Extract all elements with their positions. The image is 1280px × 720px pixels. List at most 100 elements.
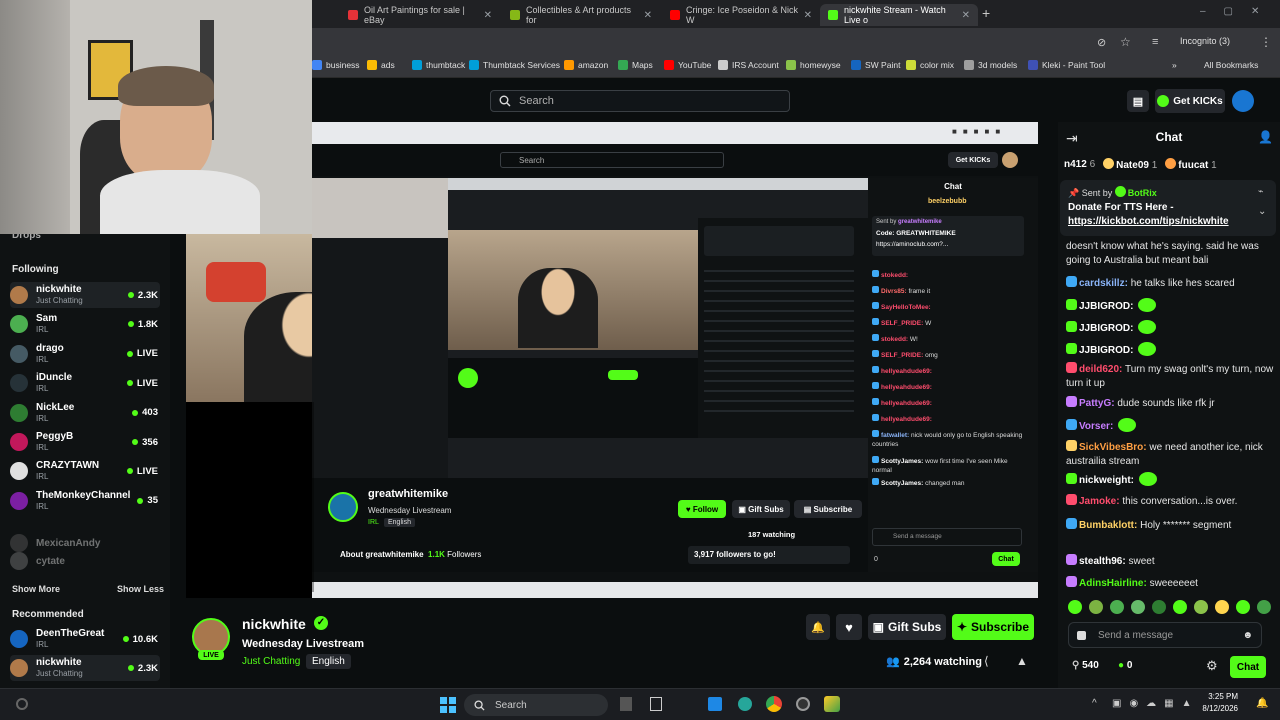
- emote-icon[interactable]: [1236, 600, 1250, 614]
- browser-tab[interactable]: Collectibles & Art products for ✕: [502, 4, 660, 26]
- chat-username[interactable]: AdinsHairline:: [1079, 578, 1147, 589]
- sidebar-channel-item[interactable]: TheMonkeyChannel IRL 35: [10, 488, 160, 514]
- emote-icon[interactable]: [1194, 600, 1208, 614]
- widgets-icon[interactable]: [16, 698, 28, 710]
- sidebar-channel-item[interactable]: PeggyB IRL 356: [10, 429, 160, 455]
- chat-username[interactable]: Vorser:: [1079, 421, 1113, 432]
- clock-date[interactable]: 8/12/2026: [1190, 704, 1238, 713]
- chat-send-button[interactable]: Chat: [1230, 656, 1266, 678]
- show-more-button[interactable]: Show More: [12, 584, 60, 594]
- file-icon[interactable]: [650, 697, 662, 711]
- windows-start-icon[interactable]: [440, 697, 456, 713]
- chevron-up-icon[interactable]: ^: [1092, 698, 1097, 709]
- app-icon[interactable]: [824, 696, 840, 712]
- media-icon[interactable]: ≡: [1152, 36, 1158, 48]
- video-player[interactable]: ■■■■■ Search Get KICKs Chat beelzebubb S…: [186, 122, 1038, 598]
- sidebar-channel-item[interactable]: Sam IRL 1.8K: [10, 311, 160, 337]
- heart-icon[interactable]: ♥: [836, 614, 862, 640]
- emote-icon[interactable]: [1215, 600, 1229, 614]
- user-avatar[interactable]: [1232, 90, 1254, 112]
- chrome-icon[interactable]: [766, 696, 782, 712]
- bookmark-item[interactable]: Maps: [618, 60, 653, 70]
- chat-username[interactable]: JJBIGROD:: [1079, 301, 1133, 312]
- kicks-balance[interactable]: ● 0: [1118, 660, 1132, 671]
- chat-username[interactable]: deild620:: [1079, 364, 1122, 375]
- sidebar-offline-item[interactable]: cytate: [10, 548, 160, 574]
- chat-username[interactable]: PattyG:: [1079, 398, 1115, 409]
- bookmark-item[interactable]: IRS Account: [718, 60, 779, 70]
- bookmark-item[interactable]: YouTube: [664, 60, 711, 70]
- browser-tab-active[interactable]: nickwhite Stream - Watch Live o ✕: [820, 4, 978, 26]
- emote-icon[interactable]: [1173, 600, 1187, 614]
- sidebar-channel-item[interactable]: iDuncle IRL LIVE: [10, 370, 160, 396]
- channel-points[interactable]: ⚲ 540: [1072, 660, 1099, 671]
- emoji-icon[interactable]: ☻: [1242, 630, 1253, 641]
- notification-icon[interactable]: 🔔: [1256, 698, 1268, 709]
- all-bookmarks[interactable]: All Bookmarks: [1204, 60, 1258, 70]
- sidebar-channel-item[interactable]: nickwhite Just Chatting 2.3K: [10, 282, 160, 308]
- bookmark-item[interactable]: Thumbtack Services: [469, 60, 560, 70]
- pinned-link[interactable]: https://kickbot.com/tips/nickwhite: [1068, 216, 1229, 227]
- sidebar-channel-item[interactable]: drago IRL LIVE: [10, 341, 160, 367]
- gifter[interactable]: Nate09 1: [1103, 157, 1157, 171]
- gifter[interactable]: fuucat 1: [1165, 157, 1217, 171]
- taskbar-search[interactable]: Search: [464, 694, 608, 716]
- emote-icon[interactable]: [1068, 600, 1082, 614]
- close-icon[interactable]: ✕: [484, 10, 492, 21]
- emote-icon[interactable]: [1110, 600, 1124, 614]
- bookmark-item[interactable]: color mix: [906, 60, 954, 70]
- bell-icon[interactable]: 🔔: [806, 614, 830, 640]
- report-icon[interactable]: ▲: [1016, 654, 1028, 668]
- sidebar-channel-item[interactable]: nickwhite Just Chatting 2.3K: [10, 655, 160, 681]
- bookmark-item[interactable]: amazon: [564, 60, 608, 70]
- bookmark-item[interactable]: ads: [367, 60, 395, 70]
- close-icon[interactable]: ✕: [962, 10, 970, 21]
- store-icon[interactable]: ▤: [1127, 90, 1149, 112]
- bookmark-item[interactable]: business: [312, 60, 360, 70]
- close-icon[interactable]: ✕: [804, 10, 812, 21]
- chat-username[interactable]: SickVibesBro:: [1079, 442, 1147, 453]
- get-kicks-button[interactable]: Get KICKs: [1155, 89, 1225, 113]
- system-tray-icons[interactable]: ▣◉☁▦▲: [1112, 698, 1200, 709]
- chat-username[interactable]: Bumbaklott:: [1079, 520, 1137, 531]
- bookmark-item[interactable]: 3d models: [964, 60, 1017, 70]
- browser-tab[interactable]: Oil Art Paintings for sale | eBay ✕: [340, 4, 500, 26]
- emote-icon[interactable]: [1257, 600, 1271, 614]
- users-icon[interactable]: 👤: [1258, 130, 1273, 144]
- clock-time[interactable]: 3:25 PM: [1198, 692, 1238, 701]
- category-link[interactable]: Just Chatting: [242, 656, 300, 667]
- sidebar-channel-item[interactable]: CRAZYTAWN IRL LIVE: [10, 458, 160, 484]
- eye-off-icon[interactable]: ⊘: [1097, 36, 1106, 49]
- channel-name[interactable]: nickwhite: [242, 616, 306, 632]
- emote-icon[interactable]: [1089, 600, 1103, 614]
- emote-icon[interactable]: [1131, 600, 1145, 614]
- app-icon[interactable]: [708, 697, 722, 711]
- chevron-down-icon[interactable]: ⌄: [1258, 206, 1266, 217]
- show-less-button[interactable]: Show Less: [117, 584, 164, 594]
- menu-icon[interactable]: ⋮: [1260, 35, 1272, 49]
- new-tab-button[interactable]: +: [982, 5, 990, 21]
- gifter[interactable]: n412 6: [1064, 159, 1095, 170]
- close-icon[interactable]: ✕: [644, 10, 652, 21]
- send-message-input[interactable]: Send a message ☻: [1068, 622, 1262, 648]
- gear-icon[interactable]: ⚙: [1206, 658, 1218, 674]
- unpin-icon[interactable]: ⌁: [1258, 186, 1263, 197]
- chat-username[interactable]: stealth96:: [1079, 556, 1126, 567]
- chat-username[interactable]: cardskillz:: [1079, 278, 1128, 289]
- gift-subs-button[interactable]: ▣ Gift Subs: [868, 614, 946, 640]
- more-bookmarks-icon[interactable]: »: [1172, 60, 1177, 70]
- chat-username[interactable]: Jamoke:: [1079, 496, 1120, 507]
- chat-username[interactable]: JJBIGROD:: [1079, 323, 1133, 334]
- language-tag[interactable]: English: [306, 654, 351, 669]
- sidebar-channel-item[interactable]: NickLee IRL 403: [10, 400, 160, 426]
- task-view-icon[interactable]: [620, 697, 632, 711]
- bookmark-item[interactable]: SW Paint: [851, 60, 900, 70]
- bookmark-item[interactable]: thumbtack: [412, 60, 465, 70]
- chat-username[interactable]: JJBIGROD:: [1079, 345, 1133, 356]
- bookmark-item[interactable]: homewyse: [786, 60, 841, 70]
- app-icon[interactable]: [738, 697, 752, 711]
- pinned-message[interactable]: 📌 Sent by BotRix Donate For TTS Here - h…: [1060, 180, 1276, 236]
- window-controls[interactable]: –▢✕: [1200, 6, 1277, 17]
- emote-icon[interactable]: [1152, 600, 1166, 614]
- chat-username[interactable]: nickweight:: [1079, 475, 1134, 486]
